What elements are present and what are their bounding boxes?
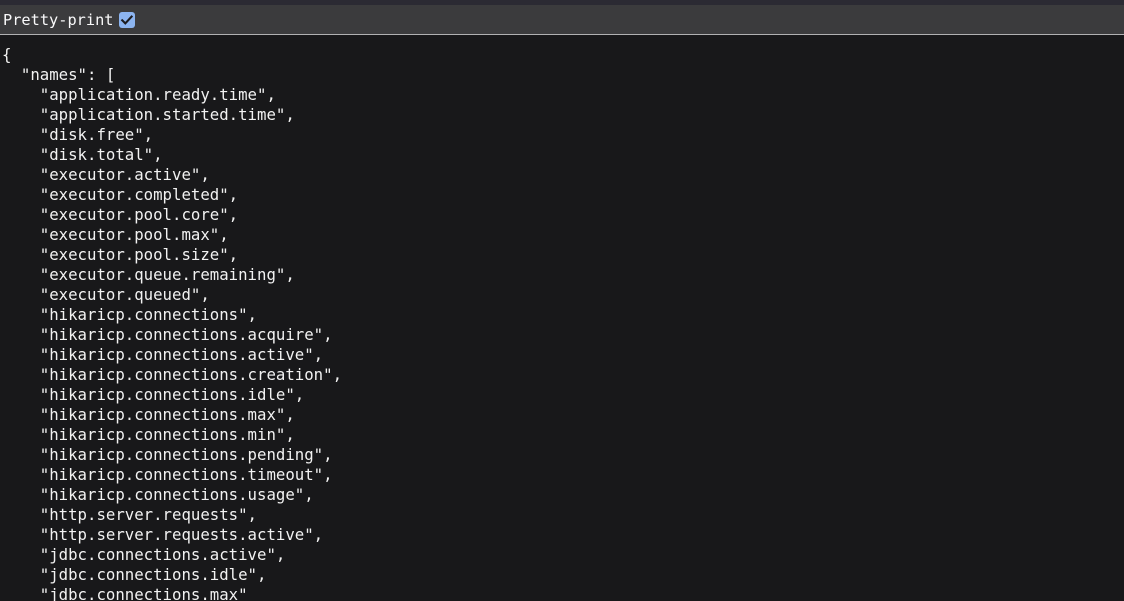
json-raw-text: { "names": [ "application.ready.time", "… — [2, 45, 343, 601]
json-viewer-window: Pretty-print { "names": [ "application.r… — [0, 0, 1124, 601]
pretty-print-toolbar: Pretty-print — [0, 5, 1124, 35]
json-content-panel[interactable]: { "names": [ "application.ready.time", "… — [0, 36, 1124, 601]
checkmark-icon — [120, 14, 133, 25]
pretty-print-checkbox[interactable] — [118, 11, 135, 28]
pretty-print-label: Pretty-print — [3, 10, 114, 29]
